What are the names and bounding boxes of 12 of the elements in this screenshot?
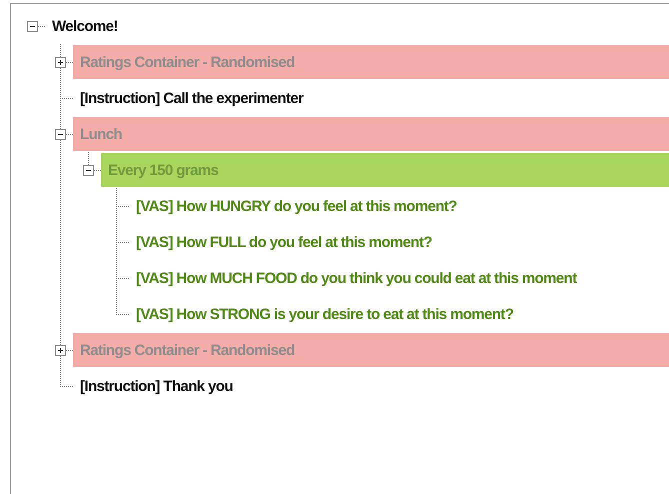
expander-toggle[interactable] [55, 344, 66, 356]
expander-toggle[interactable] [27, 20, 38, 32]
expander-toggle[interactable] [55, 128, 66, 140]
tree-item[interactable]: [VAS] How STRONG is your desire to eat at this moment? [136, 306, 514, 322]
tree-item[interactable]: [Instruction] Thank you [80, 378, 233, 394]
tree-item[interactable]: [VAS] How MUCH FOOD do you think you could eat at this moment [136, 270, 577, 286]
expander-toggle[interactable] [83, 164, 94, 176]
tree-item[interactable]: [Instruction] Call the experimenter [80, 90, 304, 106]
tree-item[interactable]: Welcome! [52, 18, 118, 34]
tree-item[interactable]: [VAS] How HUNGRY do you feel at this moment? [136, 198, 457, 214]
expander-toggle[interactable] [55, 56, 66, 68]
tree-item[interactable]: [VAS] How FULL do you feel at this moment? [136, 234, 432, 250]
